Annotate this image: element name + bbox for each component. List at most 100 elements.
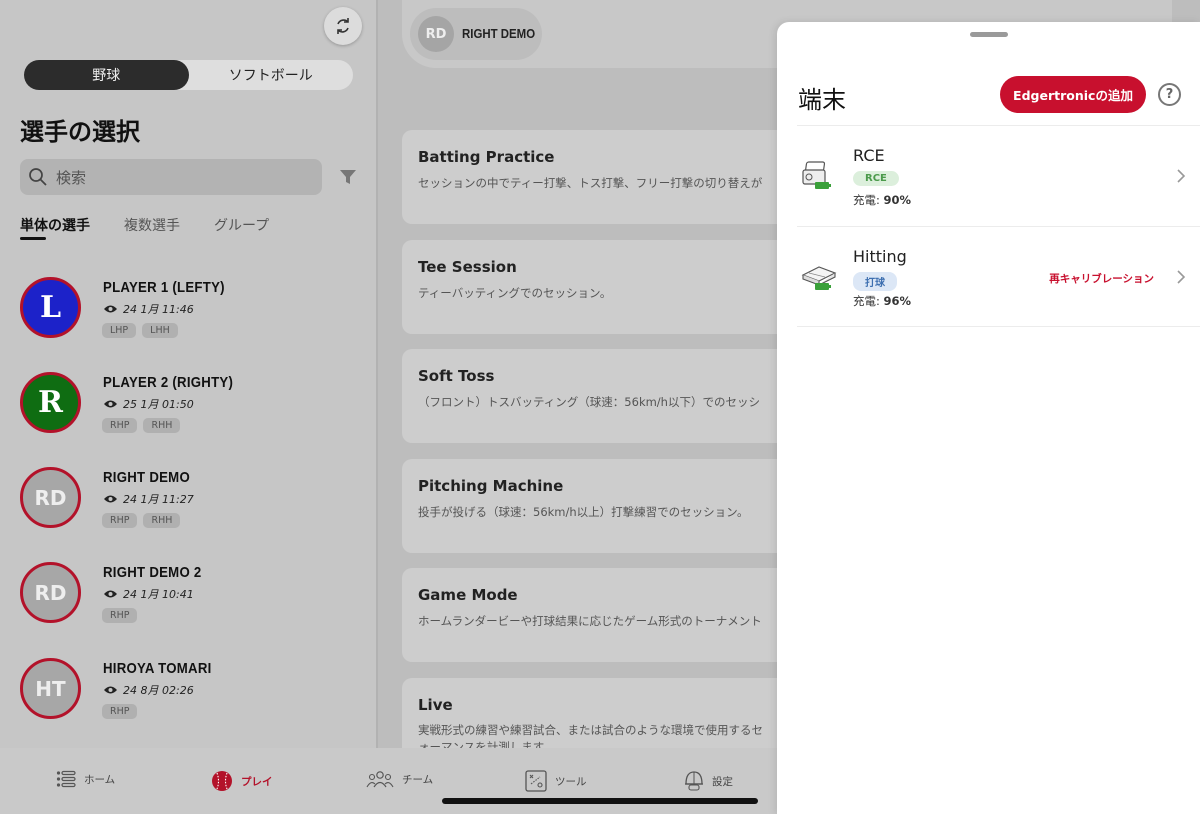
session-card-tee-session[interactable]: Tee Session ティーバッティングでのセッション。 bbox=[402, 240, 802, 334]
search-input[interactable]: 検索 bbox=[56, 167, 86, 188]
nav-label: 設定 bbox=[712, 775, 733, 788]
tag: RHP bbox=[102, 608, 138, 623]
hitting-device-icon bbox=[801, 266, 837, 290]
sheet-grabber[interactable] bbox=[970, 32, 1008, 37]
nav-home[interactable]: ホーム bbox=[56, 770, 115, 788]
player-item[interactable]: RD RIGHT DEMO 2 24 1月 10:41 RHP bbox=[20, 562, 360, 624]
last-viewed: 25 1月 01:50 bbox=[103, 396, 194, 412]
refresh-button[interactable] bbox=[324, 7, 362, 45]
sport-selector: 野球 ソフトボール bbox=[24, 60, 353, 90]
tab-group[interactable]: グループ bbox=[214, 215, 269, 235]
nav-label: プレイ bbox=[241, 775, 273, 788]
session-description: セッションの中でティー打撃、トス打撃、フリー打撃の切り替えが bbox=[418, 176, 763, 190]
eye-icon bbox=[104, 686, 117, 694]
tab-baseball[interactable]: 野球 bbox=[24, 60, 189, 90]
device-name: RCE bbox=[853, 146, 885, 165]
filter-icon[interactable] bbox=[339, 168, 357, 186]
tag: RHP bbox=[102, 513, 138, 528]
chevron-right-icon bbox=[1177, 169, 1186, 183]
sheet-title: 端末 bbox=[798, 86, 846, 114]
tab-multiple-players[interactable]: 複数選手 bbox=[124, 215, 180, 235]
home-indicator[interactable] bbox=[442, 798, 758, 804]
player-tags: RHP bbox=[102, 608, 138, 623]
player-tags: LHP LHH bbox=[102, 323, 178, 338]
add-edgertronic-button[interactable]: Edgertronicの追加 bbox=[1000, 76, 1146, 113]
session-description: 実戦形式の練習や練習試合、または試合のような環境で使用するセ ォーマンスを計測し… bbox=[418, 722, 763, 748]
last-viewed: 24 1月 11:27 bbox=[103, 491, 194, 507]
player-item[interactable]: L PLAYER 1 (LEFTY) 24 1月 11:46 LHP LHH bbox=[20, 277, 360, 339]
session-description: ホームランダービーや打球結果に応じたゲーム形式のトーナメント bbox=[418, 614, 762, 628]
page-title: 選手の選択 bbox=[20, 118, 140, 146]
battery-status: 充電: 96% bbox=[853, 293, 911, 309]
avatar: RD bbox=[20, 467, 81, 528]
tag: RHH bbox=[143, 418, 181, 433]
nav-label: チーム bbox=[402, 773, 434, 786]
battery-status: 充電: 90% bbox=[853, 192, 911, 208]
help-icon[interactable]: ? bbox=[1158, 83, 1181, 106]
divider bbox=[797, 326, 1200, 327]
session-card-soft-toss[interactable]: Soft Toss （フロント）トスバッティング（球速：56km/h以下）でのセ… bbox=[402, 349, 802, 443]
helmet-icon bbox=[685, 771, 703, 791]
player-tags: RHP bbox=[102, 704, 138, 719]
tag: RHH bbox=[143, 513, 181, 528]
selected-player-chip[interactable]: RD RIGHT DEMO bbox=[410, 8, 542, 60]
recalibrate-link[interactable]: 再キャリブレーション bbox=[1049, 271, 1154, 286]
avatar: RD bbox=[418, 16, 454, 52]
search-bar[interactable]: 検索 bbox=[20, 159, 322, 195]
device-row-hitting[interactable]: Hitting 打球 充電: 96% 再キャリブレーション bbox=[797, 227, 1200, 327]
last-viewed-date: 24 1月 11:46 bbox=[123, 303, 194, 316]
refresh-icon bbox=[337, 18, 349, 34]
session-card-pitching-machine[interactable]: Pitching Machine 投手が投げる（球速：56km/h以上）打撃練習… bbox=[402, 459, 802, 553]
player-name: PLAYER 2 (RIGHTY) bbox=[103, 374, 234, 391]
device-type-badge: RCE bbox=[853, 171, 899, 186]
player-name: RIGHT DEMO 2 bbox=[103, 564, 202, 581]
chevron-right-icon bbox=[1177, 270, 1186, 284]
avatar: R bbox=[20, 372, 81, 433]
battery-label: 充電: bbox=[853, 193, 880, 207]
player-item[interactable]: R PLAYER 2 (RIGHTY) 25 1月 01:50 RHP RHH bbox=[20, 372, 360, 434]
player-name: RIGHT DEMO bbox=[103, 469, 190, 486]
eye-icon bbox=[104, 305, 117, 313]
session-title: Game Mode bbox=[418, 586, 518, 604]
tag: RHP bbox=[102, 704, 138, 719]
last-viewed-date: 24 1月 11:27 bbox=[123, 493, 194, 506]
nav-tools[interactable]: ツール bbox=[525, 770, 587, 792]
player-tags: RHP RHH bbox=[102, 513, 181, 528]
eye-icon bbox=[104, 400, 117, 408]
device-type-badge: 打球 bbox=[853, 272, 897, 291]
nav-play[interactable]: プレイ bbox=[211, 770, 273, 792]
tag: LHP bbox=[102, 323, 137, 338]
session-title: Batting Practice bbox=[418, 148, 555, 166]
session-description: ティーバッティングでのセッション。 bbox=[418, 286, 612, 300]
last-viewed: 24 1月 10:41 bbox=[103, 586, 194, 602]
player-item[interactable]: RD RIGHT DEMO 24 1月 11:27 RHP RHH bbox=[20, 467, 360, 529]
battery-label: 充電: bbox=[853, 294, 880, 308]
avatar: L bbox=[20, 277, 81, 338]
tag: RHP bbox=[102, 418, 138, 433]
nav-settings[interactable]: 設定 bbox=[684, 770, 733, 792]
session-card-live[interactable]: Live 実戦形式の練習や練習試合、または試合のような環境で使用するセ ォーマン… bbox=[402, 678, 802, 748]
session-card-batting-practice[interactable]: Batting Practice セッションの中でティー打撃、トス打撃、フリー打… bbox=[402, 130, 802, 224]
eye-icon bbox=[104, 495, 117, 503]
device-row-rce[interactable]: RCE RCE 充電: 90% bbox=[797, 126, 1200, 226]
nav-team[interactable]: チーム bbox=[366, 770, 433, 788]
last-viewed: 24 1月 11:46 bbox=[103, 301, 194, 317]
player-mode-tabs: 単体の選手 複数選手 グループ bbox=[20, 215, 303, 240]
list-icon bbox=[56, 770, 76, 788]
player-tags: RHP RHH bbox=[102, 418, 181, 433]
last-viewed-date: 24 8月 02:26 bbox=[123, 684, 194, 697]
player-name: HIROYA TOMARI bbox=[103, 660, 212, 677]
session-card-game-mode[interactable]: Game Mode ホームランダービーや打球結果に応じたゲーム形式のトーナメント bbox=[402, 568, 802, 662]
device-name: Hitting bbox=[853, 247, 907, 266]
player-item[interactable]: HT HIROYA TOMARI 24 8月 02:26 RHP bbox=[20, 658, 360, 720]
search-icon bbox=[29, 168, 47, 186]
tab-single-player[interactable]: 単体の選手 bbox=[20, 215, 90, 240]
selected-player-name: RIGHT DEMO bbox=[462, 26, 536, 41]
session-description-line: 実戦形式の練習や練習試合、または試合のような環境で使用するセ bbox=[418, 723, 763, 737]
session-title: Pitching Machine bbox=[418, 477, 564, 495]
team-icon bbox=[366, 771, 394, 788]
session-description: （フロント）トスバッティング（球速：56km/h以下）でのセッシ bbox=[418, 395, 760, 409]
battery-value: 90% bbox=[883, 193, 912, 207]
tab-softball[interactable]: ソフトボール bbox=[189, 60, 354, 90]
tag: LHH bbox=[142, 323, 178, 338]
